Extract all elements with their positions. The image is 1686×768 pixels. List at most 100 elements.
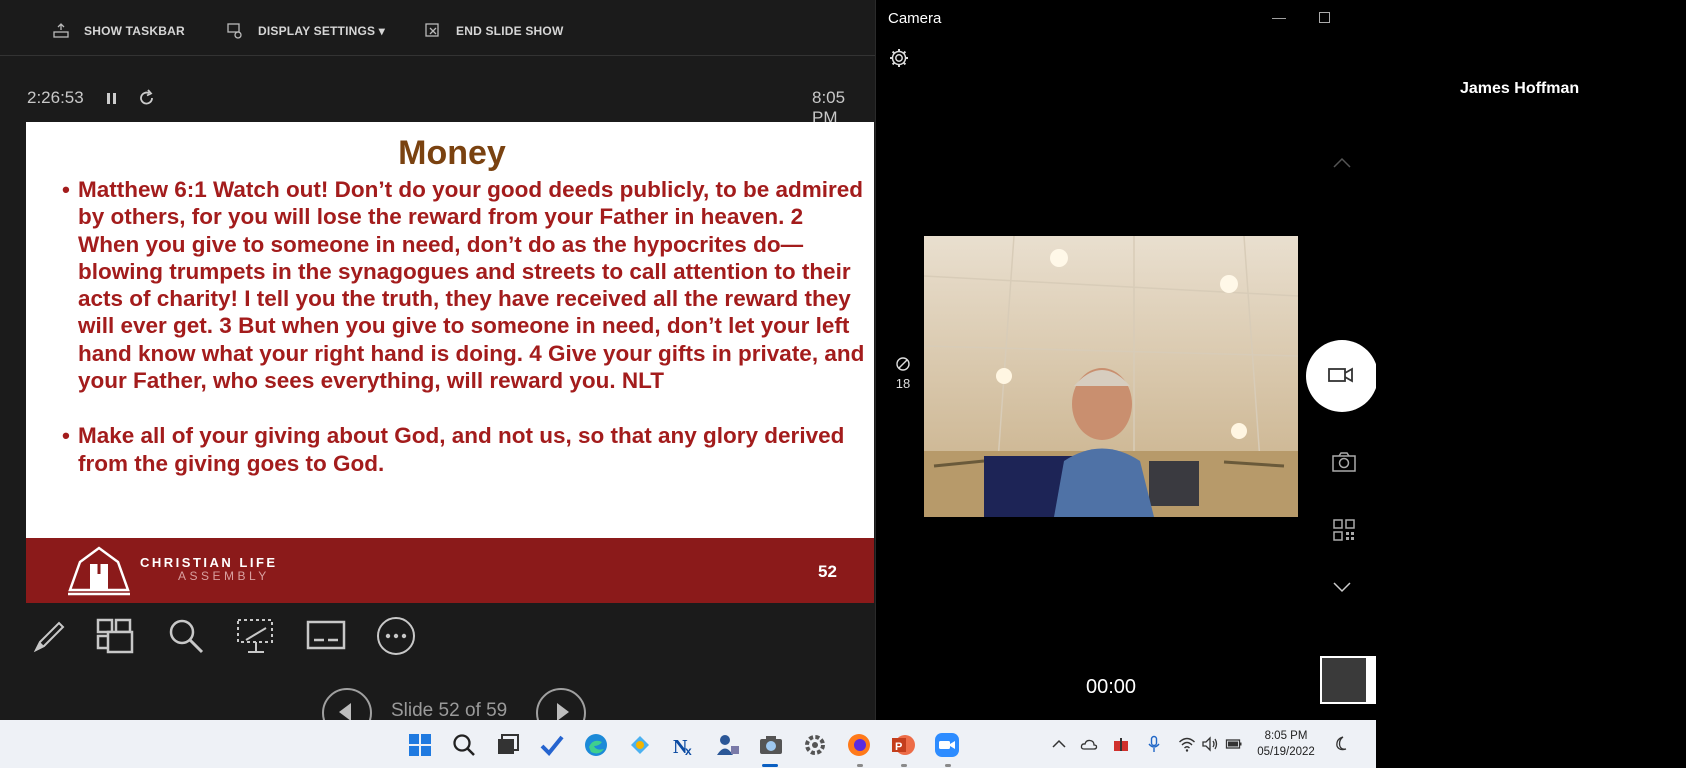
volume-tray-icon[interactable] xyxy=(1201,735,1219,753)
zoom-button[interactable] xyxy=(164,614,208,658)
current-slide: Money Matthew 6:1 Watch out! Don’t do yo… xyxy=(26,122,874,603)
photos-icon xyxy=(631,736,649,754)
magnifier-icon xyxy=(169,619,204,654)
running-app-indicator xyxy=(901,764,907,767)
todo-app[interactable] xyxy=(539,732,565,758)
firefox-browser[interactable] xyxy=(846,732,872,758)
camera-app[interactable] xyxy=(758,732,784,758)
show-taskbar-button[interactable]: SHOW TASKBAR xyxy=(52,22,185,40)
subtitles-icon xyxy=(306,620,346,650)
church-logo xyxy=(68,546,130,596)
display-settings-label: DISPLAY SETTINGS ▾ xyxy=(258,24,385,38)
system-date: 05/19/2022 xyxy=(1257,746,1315,758)
system-time: 8:05 PM xyxy=(1264,730,1308,742)
qr-code-button[interactable] xyxy=(1332,518,1356,542)
people-app[interactable] xyxy=(715,732,741,758)
screen-toggle-icon xyxy=(237,619,273,653)
presenter-toolbar: SHOW TASKBAR DISPLAY SETTINGS ▾ END SLID… xyxy=(0,0,875,56)
more-icon xyxy=(377,617,415,655)
show-hidden-icons-button[interactable] xyxy=(1050,735,1068,753)
see-all-slides-button[interactable] xyxy=(94,614,138,658)
record-video-button[interactable] xyxy=(1306,340,1376,412)
scroll-modes-up-button[interactable] xyxy=(1331,156,1353,170)
photos-app[interactable] xyxy=(627,732,653,758)
windows-taskbar: Nx P 8:05 PM 05/19/2022 xyxy=(0,720,1376,768)
task-view-button[interactable] xyxy=(495,732,521,758)
windows-logo-icon xyxy=(409,734,431,756)
camera-settings-button[interactable] xyxy=(888,47,910,69)
svg-text:x: x xyxy=(685,744,692,758)
pause-icon xyxy=(107,93,116,104)
presenter-tools xyxy=(0,614,875,664)
svg-text:P: P xyxy=(895,741,902,753)
show-taskbar-label: SHOW TASKBAR xyxy=(84,24,185,38)
camera-icon xyxy=(1332,452,1356,472)
scroll-modes-down-button[interactable] xyxy=(1331,580,1353,594)
cloud-icon xyxy=(1080,739,1098,750)
end-slide-show-label: END SLIDE SHOW xyxy=(456,24,564,38)
black-screen-button[interactable] xyxy=(234,614,278,658)
running-app-indicator xyxy=(945,764,951,767)
battery-charging-icon xyxy=(1225,739,1242,749)
pause-timer-button[interactable] xyxy=(104,88,120,108)
search-icon xyxy=(453,734,475,756)
webcam-feed-image xyxy=(924,236,1298,517)
running-app-indicator xyxy=(857,764,863,767)
settings-gear-icon xyxy=(805,735,825,755)
maximize-button[interactable] xyxy=(1309,4,1339,30)
edge-icon xyxy=(585,734,607,756)
network-tray-icon[interactable] xyxy=(1178,735,1196,753)
next-slide-button[interactable] xyxy=(536,688,586,720)
logo-text-secondary: ASSEMBLY xyxy=(178,569,270,583)
display-settings-button[interactable]: DISPLAY SETTINGS ▾ xyxy=(226,22,385,40)
zoom-video-icon xyxy=(935,733,959,757)
search-button[interactable] xyxy=(451,732,477,758)
microphone-tray-icon[interactable] xyxy=(1145,735,1163,753)
slide-number: 52 xyxy=(818,562,837,581)
pen-icon xyxy=(33,621,65,653)
subtitles-button[interactable] xyxy=(304,614,348,658)
previous-slide-button[interactable] xyxy=(322,688,372,720)
system-clock[interactable]: 8:05 PM 05/19/2022 xyxy=(1256,728,1316,760)
microphone-icon xyxy=(1148,735,1160,752)
reset-timer-button[interactable] xyxy=(138,88,156,108)
slide-footer: CHRISTIAN LIFE ASSEMBLY 52 xyxy=(26,538,874,603)
zoom-app[interactable] xyxy=(934,732,960,758)
app-tray-icon[interactable] xyxy=(1112,735,1130,753)
camera-app-icon xyxy=(760,736,782,754)
powerpoint-icon: P xyxy=(892,735,915,755)
taskbar-icon xyxy=(53,23,69,38)
self-timer-button[interactable]: 18 xyxy=(892,356,914,391)
slide-counter[interactable]: Slide 52 of 59 xyxy=(391,700,507,720)
people-icon xyxy=(717,735,739,755)
task-view-icon xyxy=(498,734,519,754)
mathtype-app[interactable]: Nx xyxy=(671,732,697,758)
start-button[interactable] xyxy=(407,732,433,758)
chevron-up-icon xyxy=(1052,739,1066,748)
participant-name: James Hoffman xyxy=(1460,80,1580,97)
settings-app[interactable] xyxy=(802,732,828,758)
speaker-icon xyxy=(1202,736,1218,752)
battery-tray-icon[interactable] xyxy=(1225,735,1243,753)
pen-tool-button[interactable] xyxy=(26,614,70,658)
slides-grid-icon xyxy=(96,618,134,654)
slide-bullet: Matthew 6:1 Watch out! Don’t do your goo… xyxy=(62,176,867,394)
last-capture-thumbnail[interactable] xyxy=(1320,656,1376,704)
firefox-icon xyxy=(848,734,870,756)
take-photo-button[interactable] xyxy=(1331,450,1357,474)
timer-icon xyxy=(896,357,910,371)
minimize-button[interactable]: — xyxy=(1264,4,1294,30)
end-slide-show-button[interactable]: END SLIDE SHOW xyxy=(424,22,563,40)
edge-browser[interactable] xyxy=(583,732,609,758)
window-title: Camera xyxy=(888,10,942,27)
chevron-down-icon xyxy=(1333,582,1351,593)
focus-assist-button[interactable] xyxy=(1331,735,1349,753)
display-settings-icon xyxy=(227,23,242,39)
slide-navigation: Slide 52 of 59 xyxy=(0,686,875,720)
onedrive-tray-icon[interactable] xyxy=(1080,735,1098,753)
moon-icon xyxy=(1336,736,1347,751)
powerpoint-app[interactable]: P xyxy=(890,732,916,758)
qr-code-icon xyxy=(1333,519,1355,541)
more-options-button[interactable] xyxy=(374,614,418,658)
slide-title: Money xyxy=(398,134,506,172)
